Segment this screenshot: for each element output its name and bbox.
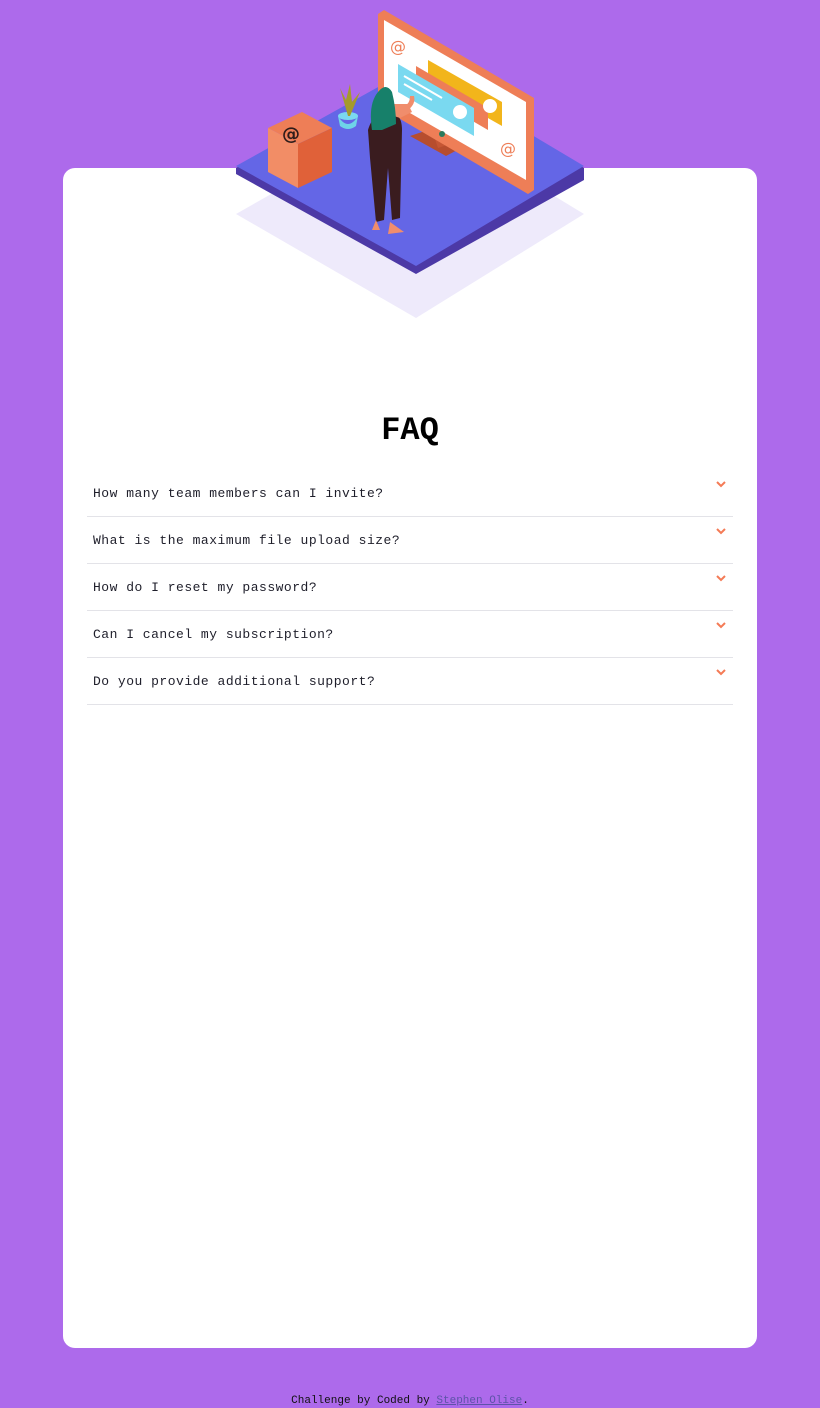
faq-question: Can I cancel my subscription? [93, 627, 334, 642]
svg-text:@: @ [390, 37, 406, 56]
chevron-down-icon [716, 669, 726, 676]
footer-suffix: . [522, 1395, 529, 1407]
faq-item[interactable]: Do you provide additional support? [87, 658, 733, 705]
chevron-down-icon [716, 622, 726, 629]
faq-question: Do you provide additional support? [93, 674, 376, 689]
svg-text:@: @ [282, 124, 300, 145]
woman-online-illustration: @ @ @ [236, 10, 584, 318]
author-link[interactable]: Stephen Olise [436, 1395, 522, 1407]
faq-card [63, 168, 757, 1348]
chevron-down-icon [716, 575, 726, 582]
footer-prefix: Challenge by Coded by [291, 1395, 430, 1407]
footer: Challenge by Coded by Stephen Olise. [0, 1395, 820, 1407]
faq-item[interactable]: How do I reset my password? [87, 564, 733, 611]
faq-item[interactable]: What is the maximum file upload size? [87, 517, 733, 564]
faq-item[interactable]: How many team members can I invite? [87, 470, 733, 517]
chevron-down-icon [716, 481, 726, 488]
faq-item[interactable]: Can I cancel my subscription? [87, 611, 733, 658]
page-title: FAQ [381, 412, 439, 449]
chevron-down-icon [716, 528, 726, 535]
faq-question: What is the maximum file upload size? [93, 533, 401, 548]
faq-question: How many team members can I invite? [93, 486, 384, 501]
faq-question: How do I reset my password? [93, 580, 318, 595]
faq-list: How many team members can I invite? What… [87, 470, 733, 705]
svg-text:@: @ [500, 139, 516, 158]
